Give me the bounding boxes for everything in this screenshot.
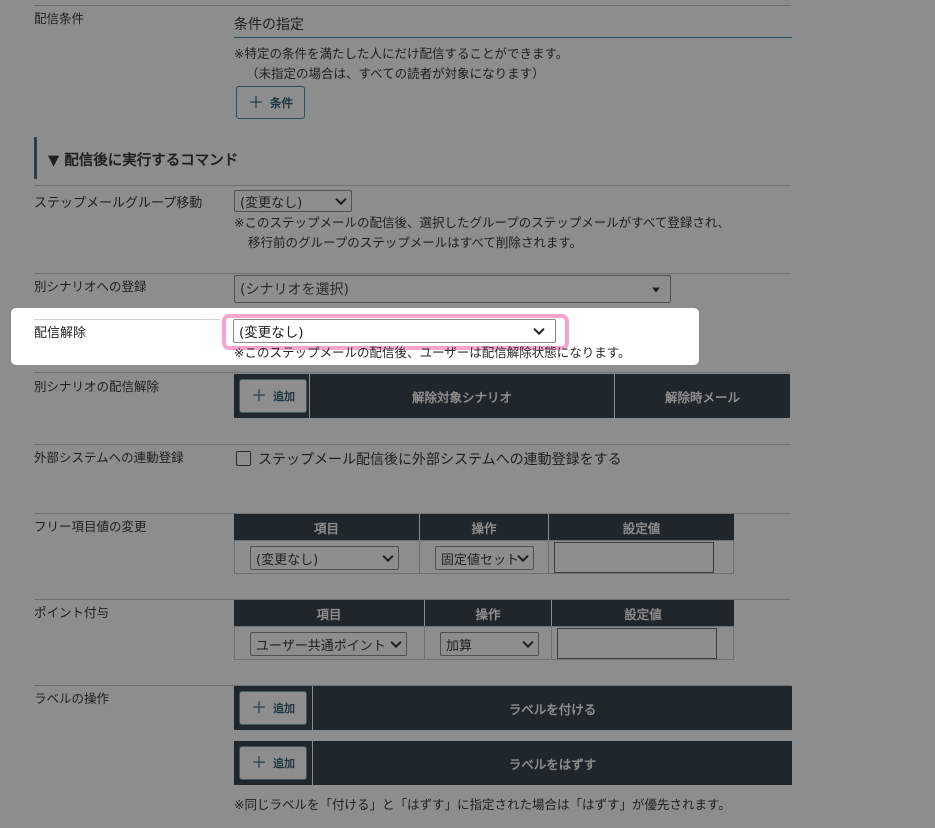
- points-op-select[interactable]: 加算: [440, 632, 539, 656]
- cell-separator: [419, 540, 420, 574]
- free-item-label: フリー項目値の変更: [34, 519, 147, 534]
- labels-note: ※同じラベルを「付ける」と「はずす」に指定された場合は「はずす」が優先されます。: [234, 797, 731, 812]
- unsubscribe-note: ※このステップメールの配信後、ユーザーは配信解除状態になります。: [234, 345, 631, 360]
- divider: [34, 185, 791, 186]
- add-button-label: 追加: [273, 702, 295, 715]
- chevron-down-icon: [533, 323, 545, 336]
- free-item-select-value: (変更なし): [256, 552, 319, 568]
- unsubscribe-select-value: (変更なし): [239, 325, 304, 341]
- add-attach-label-button[interactable]: ＋ 追加: [239, 691, 307, 725]
- chevron-down-icon: [522, 636, 534, 649]
- free-value-input[interactable]: [554, 542, 714, 573]
- add-condition-button[interactable]: ＋ 条件: [236, 86, 305, 119]
- unsubscribe-select[interactable]: (変更なし): [233, 319, 556, 343]
- cell-separator: [551, 626, 552, 660]
- add-detach-label-button[interactable]: ＋ 追加: [239, 746, 307, 780]
- free-col-op: 操作: [420, 514, 548, 540]
- other-scenario-unsub-label: 別シナリオの配信解除: [34, 379, 160, 394]
- step-group-note-1: ※このステップメールの配信後、選択したグループのステップメールがすべて登録され、: [234, 215, 730, 230]
- unsubscribe-label: 配信解除: [34, 326, 87, 341]
- step-group-select-value: (変更なし): [240, 195, 303, 211]
- points-value-input[interactable]: [557, 628, 717, 659]
- step-group-move-label: ステップメールグループ移動: [34, 196, 203, 211]
- divider: [34, 5, 791, 6]
- points-label: ポイント付与: [34, 605, 110, 620]
- points-item-select-value: ユーザー共通ポイント: [256, 638, 386, 654]
- plus-icon: ＋: [247, 92, 264, 112]
- step-group-note-2: 移行前のグループのステップメールはすべて削除されます。: [248, 235, 583, 250]
- plus-icon: ＋: [250, 753, 267, 772]
- section-title-text: 配信後に実行するコマンド: [64, 153, 239, 169]
- step-group-select[interactable]: (変更なし): [234, 190, 352, 212]
- cell-separator: [424, 626, 425, 660]
- plus-icon: ＋: [250, 386, 267, 405]
- col-unsub-mail: 解除時メール: [615, 374, 790, 418]
- caret-down-icon: [652, 287, 660, 293]
- points-col-value: 設定値: [552, 600, 734, 626]
- chevron-down-icon: [390, 636, 402, 649]
- free-op-select[interactable]: 固定値セット: [435, 546, 534, 570]
- divider: [34, 372, 791, 373]
- attach-label-heading: ラベルを付ける: [313, 686, 792, 730]
- section-title: ▼ 配信後に実行するコマンド: [48, 149, 238, 170]
- cell-separator: [548, 540, 549, 574]
- points-item-select[interactable]: ユーザー共通ポイント: [250, 632, 407, 656]
- divider: [34, 319, 220, 320]
- add-unsub-scenario-button[interactable]: ＋ 追加: [239, 379, 307, 413]
- external-system-checkbox-label[interactable]: ステップメール配信後に外部システムへの連動登録をする: [258, 449, 622, 469]
- condition-field-text[interactable]: 条件の指定: [234, 14, 304, 34]
- add-condition-label: 条件: [270, 95, 293, 110]
- free-item-select[interactable]: (変更なし): [250, 546, 399, 570]
- chevron-down-icon: [382, 550, 394, 563]
- chevron-down-icon: [335, 193, 347, 206]
- col-target-scenario: 解除対象シナリオ: [310, 374, 614, 418]
- divider: [34, 273, 791, 274]
- add-button-label: 追加: [273, 757, 295, 770]
- condition-note-2: （未指定の場合は、すべての読者が対象になります）: [246, 66, 545, 81]
- add-button-label: 追加: [273, 390, 295, 403]
- points-col-item: 項目: [234, 600, 424, 626]
- triangle-down-icon: ▼: [48, 153, 60, 169]
- section-bar: [34, 137, 37, 179]
- points-col-op: 操作: [425, 600, 551, 626]
- external-system-checkbox[interactable]: [236, 451, 251, 466]
- chevron-down-icon: [517, 550, 529, 563]
- detach-label-heading: ラベルをはずす: [313, 741, 792, 785]
- labels-label: ラベルの操作: [34, 691, 110, 706]
- scenario-select[interactable]: (シナリオを選択): [234, 275, 671, 303]
- condition-field-underline: [234, 37, 792, 38]
- free-col-value: 設定値: [549, 514, 734, 540]
- points-op-select-value: 加算: [446, 638, 473, 654]
- free-col-item: 項目: [234, 514, 419, 540]
- delivery-condition-label: 配信条件: [34, 11, 85, 26]
- external-system-label: 外部システムへの連動登録: [34, 450, 184, 465]
- other-scenario-register-label: 別シナリオへの登録: [34, 279, 147, 294]
- condition-note-1: ※特定の条件を満たした人にだけ配信することができます。: [234, 46, 569, 61]
- plus-icon: ＋: [250, 698, 267, 717]
- divider: [34, 444, 791, 445]
- scenario-select-value: (シナリオを選択): [240, 282, 349, 298]
- free-op-select-value: 固定値セット: [441, 552, 520, 568]
